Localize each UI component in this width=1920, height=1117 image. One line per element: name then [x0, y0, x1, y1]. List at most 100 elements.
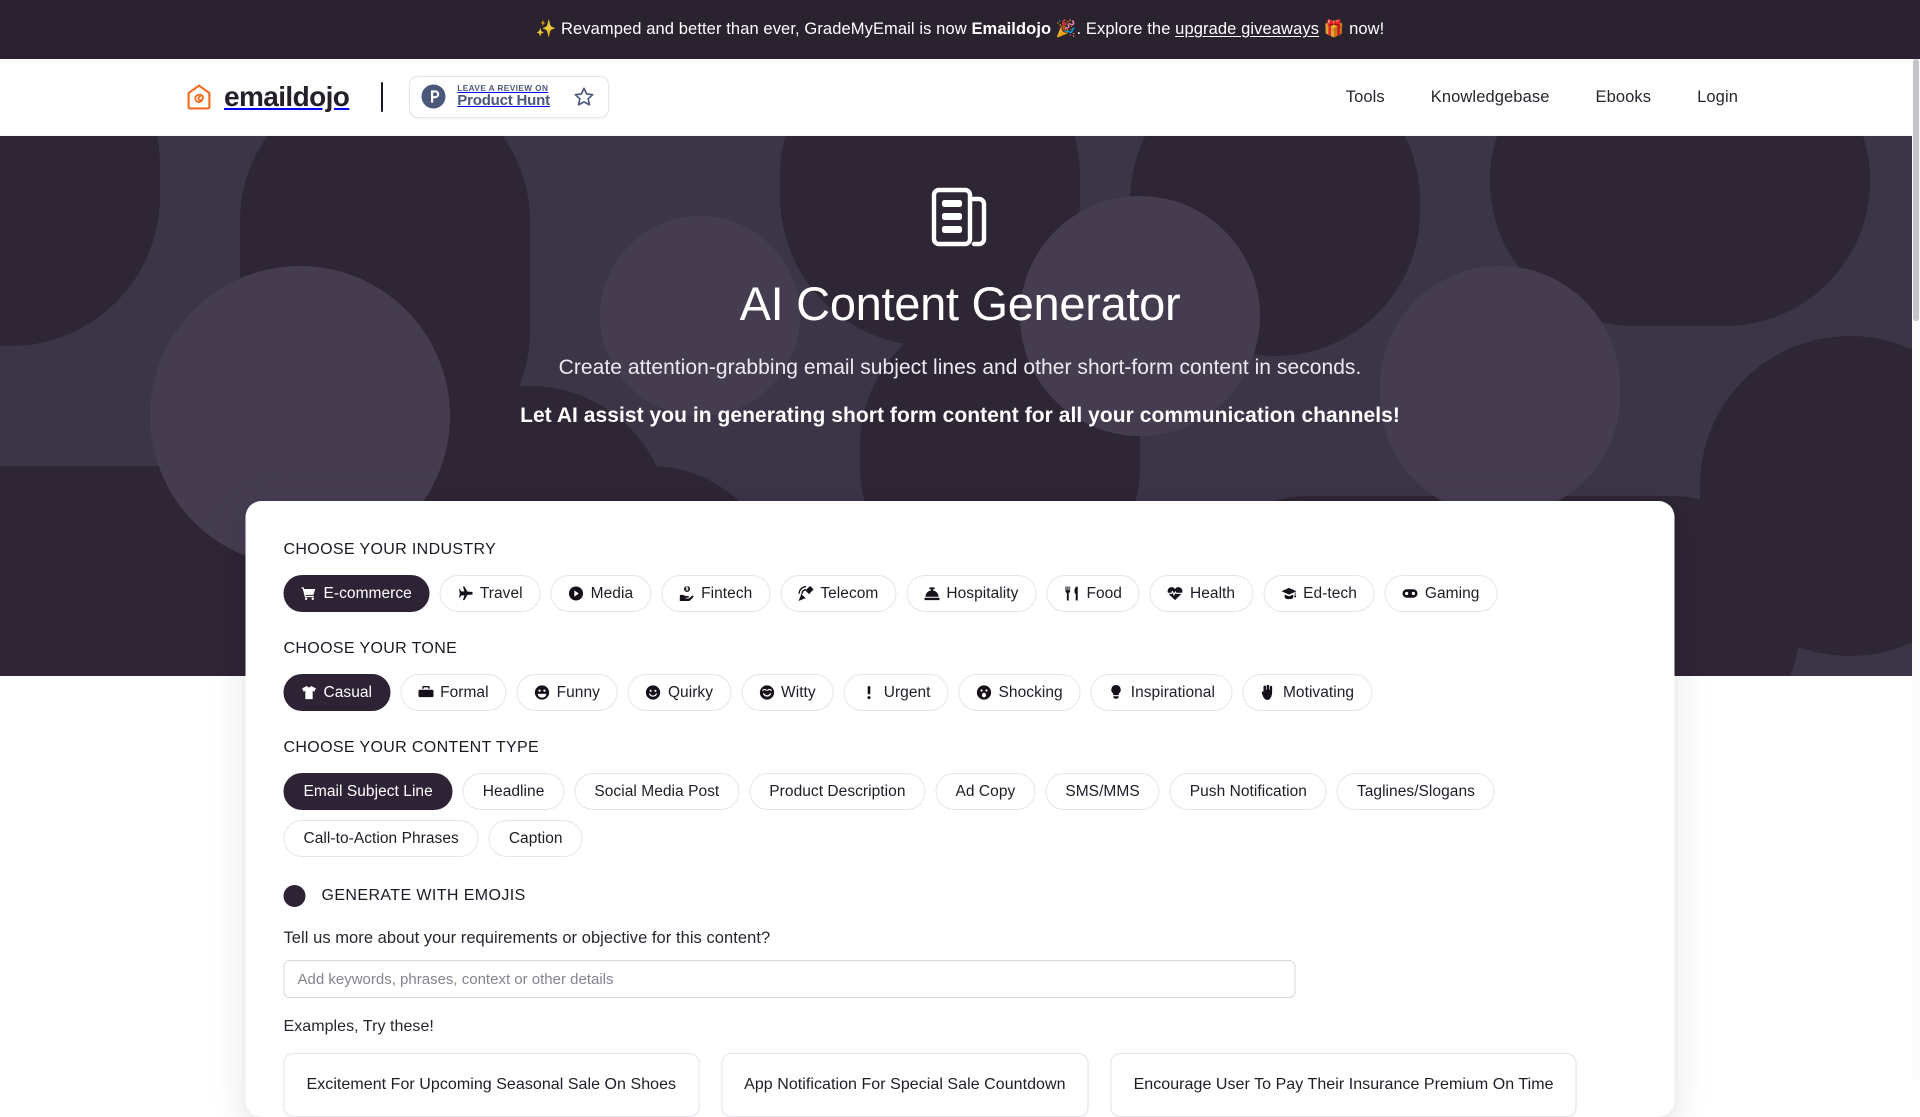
- announcement-text-after: now!: [1349, 20, 1384, 38]
- tone-chip-urgent[interactable]: Urgent: [844, 674, 949, 711]
- exclamation-icon: [862, 685, 877, 700]
- product-hunt-title: Product Hunt: [457, 93, 550, 110]
- play-circle-icon: [569, 586, 584, 601]
- industry-chip-label: Food: [1086, 585, 1122, 603]
- main-nav: Tools Knowledgebase Ebooks Login: [1346, 88, 1738, 107]
- graduation-cap-icon: [1281, 586, 1296, 601]
- tone-chip-label: Inspirational: [1131, 684, 1215, 702]
- tone-chip-witty[interactable]: Witty: [741, 674, 834, 711]
- content-type-chip-headline[interactable]: Headline: [463, 773, 565, 810]
- example-card-3[interactable]: Encourage User To Pay Their Insurance Pr…: [1111, 1053, 1577, 1117]
- content-type-chip-sms-mms[interactable]: SMS/MMS: [1045, 773, 1159, 810]
- tone-chip-inspirational[interactable]: Inspirational: [1091, 674, 1233, 711]
- emaildojo-spiral-house-icon: [186, 84, 212, 110]
- tone-chip-label: Witty: [781, 684, 816, 702]
- industry-chip-e-commerce[interactable]: E-commerce: [284, 575, 430, 612]
- tone-chip-label: Casual: [324, 684, 373, 702]
- industry-chip-health[interactable]: Health: [1150, 575, 1253, 612]
- logo-link[interactable]: emaildojo: [186, 81, 349, 113]
- industry-chip-telecom[interactable]: Telecom: [780, 575, 896, 612]
- content-type-chip-product-description[interactable]: Product Description: [749, 773, 925, 810]
- concierge-bell-icon: [924, 586, 939, 601]
- hero-subtitle: Create attention-grabbing email subject …: [0, 356, 1920, 380]
- announcement-brand: Emaildojo: [971, 20, 1051, 38]
- content-type-chip-ad-copy[interactable]: Ad Copy: [936, 773, 1036, 810]
- industry-chip-ed-tech[interactable]: Ed-tech: [1263, 575, 1375, 612]
- industry-chip-gaming[interactable]: Gaming: [1385, 575, 1498, 612]
- industry-chip-label: E-commerce: [324, 585, 412, 603]
- generate-with-emojis-row: GENERATE WITH EMOJIS: [284, 885, 1637, 907]
- industry-chip-label: Fintech: [701, 585, 752, 603]
- announcement-emoji-right: 🎁: [1324, 20, 1345, 38]
- generate-with-emojis-toggle[interactable]: [284, 885, 306, 907]
- surprise-face-icon: [977, 685, 992, 700]
- requirements-input[interactable]: [284, 960, 1296, 998]
- briefcase-icon: [418, 685, 433, 700]
- tone-section-label: CHOOSE YOUR TONE: [284, 640, 1637, 658]
- nav-item-login[interactable]: Login: [1697, 88, 1738, 107]
- example-card-2[interactable]: App Notification For Special Sale Countd…: [721, 1053, 1088, 1117]
- gamepad-icon: [1403, 586, 1418, 601]
- announcement-text: ✨ Revamped and better than ever, GradeMy…: [536, 20, 1385, 39]
- grin-face-icon: [535, 685, 550, 700]
- tone-chip-formal[interactable]: Formal: [400, 674, 507, 711]
- content-type-chip-caption[interactable]: Caption: [489, 820, 583, 857]
- industry-chip-label: Telecom: [820, 585, 878, 603]
- plane-icon: [458, 586, 473, 601]
- product-hunt-p-icon: [421, 84, 446, 109]
- industry-chip-travel[interactable]: Travel: [440, 575, 541, 612]
- industry-chip-label: Travel: [480, 585, 523, 603]
- industry-chip-media[interactable]: Media: [551, 575, 651, 612]
- nav-item-tools[interactable]: Tools: [1346, 88, 1385, 107]
- content-type-chip-social-media-post[interactable]: Social Media Post: [574, 773, 739, 810]
- tone-chip-quirky[interactable]: Quirky: [628, 674, 731, 711]
- laugh-face-icon: [759, 685, 774, 700]
- logo-text: emaildojo: [224, 81, 349, 113]
- content-type-chip-push-notification[interactable]: Push Notification: [1170, 773, 1327, 810]
- industry-section-label: CHOOSE YOUR INDUSTRY: [284, 541, 1637, 559]
- industry-chip-label: Hospitality: [946, 585, 1018, 603]
- heartbeat-icon: [1168, 586, 1183, 601]
- examples-row: Excitement For Upcoming Seasonal Sale On…: [284, 1053, 1637, 1117]
- industry-chip-hospitality[interactable]: Hospitality: [906, 575, 1036, 612]
- tone-chip-shocking[interactable]: Shocking: [959, 674, 1081, 711]
- newspaper-icon: [931, 186, 989, 248]
- announcement-text-before: Revamped and better than ever, GradeMyEm…: [561, 20, 967, 38]
- generate-with-emojis-label: GENERATE WITH EMOJIS: [322, 887, 526, 905]
- content-type-chip-row: Email Subject Line Headline Social Media…: [284, 773, 1637, 857]
- example-card-1[interactable]: Excitement For Upcoming Seasonal Sale On…: [284, 1053, 700, 1117]
- fist-raised-icon: [1261, 685, 1276, 700]
- product-hunt-badge[interactable]: LEAVE A REVIEW ON Product Hunt: [409, 76, 609, 118]
- hand-holding-dollar-icon: [679, 586, 694, 601]
- tone-chip-casual[interactable]: Casual: [284, 674, 391, 711]
- utensils-icon: [1064, 586, 1079, 601]
- nav-item-knowledgebase[interactable]: Knowledgebase: [1431, 88, 1550, 107]
- satellite-dish-icon: [798, 586, 813, 601]
- lightbulb-icon: [1109, 685, 1124, 700]
- content-type-chip-call-to-action-phrases[interactable]: Call-to-Action Phrases: [284, 820, 479, 857]
- generator-panel: CHOOSE YOUR INDUSTRY E-commerce Travel: [246, 501, 1675, 1117]
- announcement-emoji-mid: 🎉: [1056, 20, 1077, 38]
- generator-panel-wrapper: CHOOSE YOUR INDUSTRY E-commerce Travel: [246, 501, 1675, 1117]
- announcement-emoji-left: ✨: [536, 20, 557, 38]
- content-type-section-label: CHOOSE YOUR CONTENT TYPE: [284, 739, 1637, 757]
- page-scrollbar-thumb[interactable]: [1913, 59, 1919, 321]
- industry-chip-food[interactable]: Food: [1046, 575, 1140, 612]
- announcement-text-mid: . Explore the: [1077, 20, 1171, 38]
- industry-chip-row: E-commerce Travel Media: [284, 575, 1637, 612]
- industry-chip-label: Ed-tech: [1303, 585, 1357, 603]
- upgrade-giveaways-link[interactable]: upgrade giveaways: [1175, 20, 1319, 38]
- industry-chip-label: Media: [591, 585, 633, 603]
- page-scrollbar[interactable]: [1912, 59, 1920, 1080]
- tone-chip-motivating[interactable]: Motivating: [1243, 674, 1372, 711]
- requirements-question: Tell us more about your requirements or …: [284, 929, 1637, 948]
- industry-chip-fintech[interactable]: Fintech: [661, 575, 770, 612]
- nav-item-ebooks[interactable]: Ebooks: [1595, 88, 1651, 107]
- tone-chip-funny[interactable]: Funny: [517, 674, 618, 711]
- announcement-bar: ✨ Revamped and better than ever, GradeMy…: [0, 0, 1920, 59]
- tone-chip-label: Funny: [557, 684, 600, 702]
- content-type-chip-taglines-slogans[interactable]: Taglines/Slogans: [1337, 773, 1495, 810]
- tone-chip-label: Quirky: [668, 684, 713, 702]
- tone-chip-label: Shocking: [999, 684, 1063, 702]
- content-type-chip-email-subject-line[interactable]: Email Subject Line: [284, 773, 453, 810]
